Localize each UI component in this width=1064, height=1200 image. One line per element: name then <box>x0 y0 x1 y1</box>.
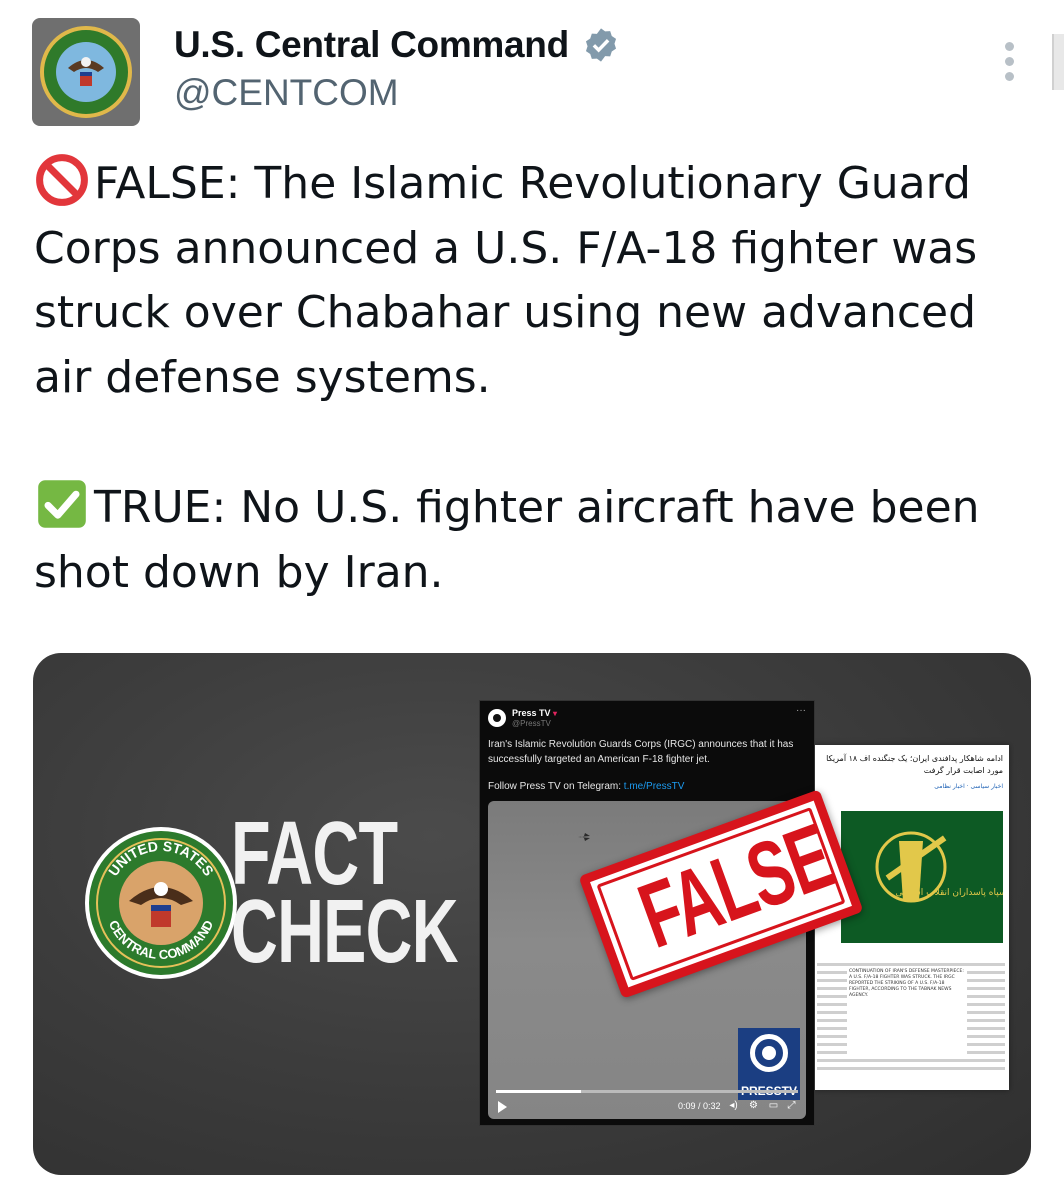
account-handle[interactable]: @CENTCOM <box>174 72 620 114</box>
article-meta: اخبار سیاسی · اخبار نظامی <box>934 783 1003 790</box>
tweet-media-image[interactable]: UNITED STATES CENTRAL COMMAND FACT CHECK… <box>33 653 1031 1175</box>
article-title: ادامه شاهکار پدافندی ایران؛ یک جنگنده اف… <box>826 754 1003 775</box>
settings-icon: ⚙ <box>749 1100 758 1111</box>
video-time: 0:09 / 0:32 <box>678 1101 721 1111</box>
irgc-emblem-icon: سپاه پاسداران انقلاب اسلامی <box>875 831 1006 903</box>
press-tv-ring-icon <box>750 1034 788 1072</box>
true-claim-paragraph: TRUE: No U.S. fighter aircraft have been… <box>34 476 1024 605</box>
fullscreen-icon: ⤢ <box>787 1100 796 1111</box>
tweet-header: U.S. Central Command @CENTCOM <box>32 18 1032 130</box>
irgc-emblem-image: سپاه پاسداران انقلاب اسلامی <box>841 811 1006 943</box>
aircraft-icon <box>578 833 590 841</box>
volume-icon: ◂) <box>729 1100 738 1111</box>
embedded-tweet-handle: @PressTV <box>512 719 551 728</box>
follow-label: Follow Press TV on Telegram: <box>488 781 624 792</box>
article-quote: CONTINUATION OF IRAN'S DEFENSE MASTERPIE… <box>847 967 967 1057</box>
verified-badge-icon: ▾ <box>553 709 558 718</box>
video-progress-bar <box>496 1090 798 1093</box>
embedded-tweet-name-text: Press TV <box>512 708 551 718</box>
video-progress-fill <box>496 1090 581 1093</box>
scrollbar[interactable] <box>1052 34 1064 90</box>
embedded-tweet-text: Iran's Islamic Revolution Guards Corps (… <box>488 739 794 765</box>
check-mark-button-icon <box>38 480 86 528</box>
prohibited-icon <box>36 154 88 206</box>
false-claim-paragraph: FALSE: The Islamic Revolutionary Guard C… <box>34 152 1024 410</box>
fact-check-line2: CHECK <box>231 882 459 982</box>
verified-badge-icon <box>585 28 617 62</box>
display-name[interactable]: U.S. Central Command <box>174 24 569 66</box>
video-controls: 0:09 / 0:32 ◂) ⚙ ▭ ⤢ <box>488 1095 806 1119</box>
embedded-tweet-follow: Follow Press TV on Telegram: t.me/PressT… <box>488 781 684 792</box>
false-claim-text: FALSE: The Islamic Revolutionary Guard C… <box>34 158 978 403</box>
avatar[interactable] <box>32 18 140 126</box>
embedded-tweet-more-icon: ··· <box>796 705 806 716</box>
pip-icon: ▭ <box>768 1100 779 1111</box>
centcom-seal-icon <box>40 26 132 118</box>
embedded-tweet-name: Press TV ▾ <box>512 708 557 718</box>
press-tv-logo-icon <box>488 709 506 727</box>
fact-check-title: FACT CHECK <box>231 809 459 982</box>
name-block: U.S. Central Command @CENTCOM <box>174 24 620 114</box>
centcom-seal-icon: UNITED STATES CENTRAL COMMAND <box>85 827 237 979</box>
telegram-link: t.me/PressTV <box>623 781 685 792</box>
irgc-emblem-caption: سپاه پاسداران انقلاب اسلامی <box>896 888 1003 898</box>
tweet-text: FALSE: The Islamic Revolutionary Guard C… <box>34 152 1024 605</box>
true-claim-text: TRUE: No U.S. fighter aircraft have been… <box>34 482 980 598</box>
more-options-icon[interactable] <box>994 42 1024 86</box>
play-icon <box>498 1101 507 1113</box>
